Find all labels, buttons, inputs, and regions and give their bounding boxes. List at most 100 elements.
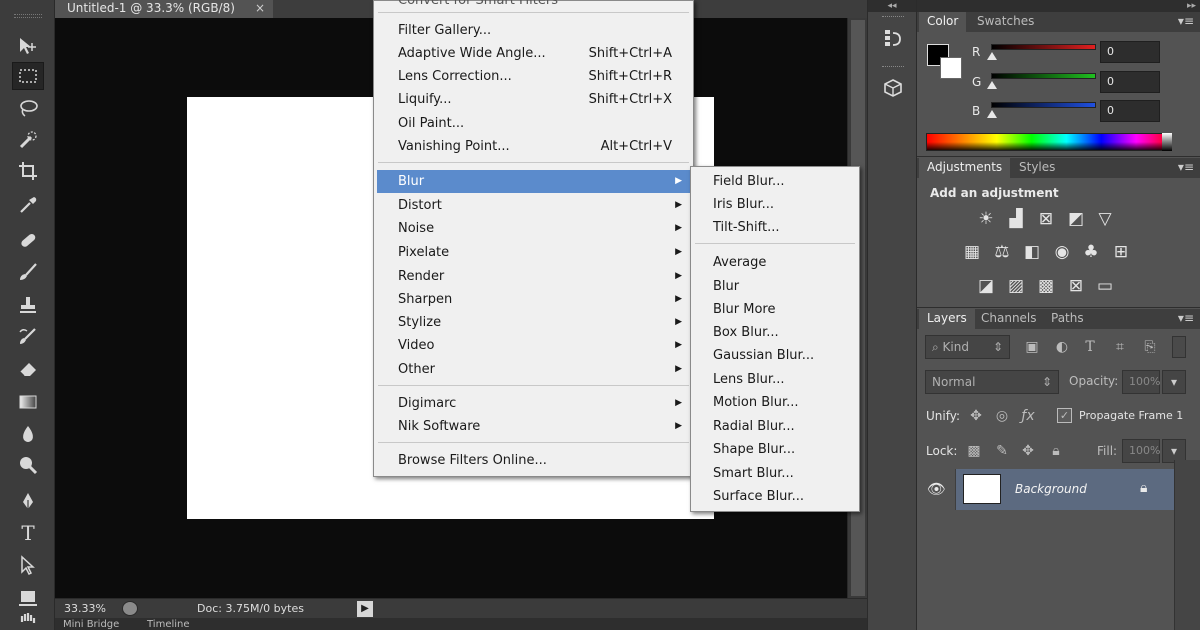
lock-transparent-pixels-icon[interactable]: ▩ — [965, 442, 983, 460]
tab-styles[interactable]: Styles — [1011, 158, 1063, 178]
menu-item-liquify[interactable]: Liquify... Shift+Ctrl+X — [377, 88, 690, 111]
exposure-icon[interactable]: ◩ — [1065, 209, 1087, 229]
tab-paths[interactable]: Paths — [1043, 309, 1092, 329]
type-layer-filter-icon[interactable]: T — [1081, 338, 1099, 356]
background-color-swatch[interactable] — [940, 57, 962, 79]
tab-timeline[interactable]: Timeline — [147, 619, 190, 630]
invert-icon[interactable]: ◪ — [975, 276, 997, 296]
color-spectrum-bar[interactable] — [926, 133, 1172, 151]
opacity-dropdown-arrow-icon[interactable]: ▾ — [1162, 370, 1186, 394]
tab-channels[interactable]: Channels — [973, 309, 1045, 329]
red-slider-handle[interactable] — [987, 52, 997, 60]
marquee-tool-icon[interactable] — [12, 62, 44, 90]
menu-item-video[interactable]: Video ▶ — [377, 334, 690, 357]
menu-item-stylize[interactable]: Stylize ▶ — [377, 311, 690, 334]
dock-collapse-bar[interactable]: ◂◂ — [868, 0, 916, 12]
toolbar-grip[interactable] — [14, 14, 42, 18]
selective-color-icon[interactable]: ⊠ — [1065, 276, 1087, 296]
move-tool-icon[interactable] — [12, 32, 44, 60]
submenu-item-smart-blur[interactable]: Smart Blur... — [694, 462, 856, 485]
gradient-map-icon[interactable]: ▭ — [1094, 276, 1116, 296]
gradient-tool-icon[interactable] — [12, 388, 44, 416]
eyedropper-tool-icon[interactable] — [12, 191, 44, 219]
path-selection-tool-icon[interactable] — [12, 551, 44, 579]
eye-icon[interactable]: 👁︎ — [918, 469, 956, 510]
submenu-item-gaussian-blur[interactable]: Gaussian Blur... — [694, 344, 856, 367]
smart-object-filter-icon[interactable]: ⎘ — [1141, 338, 1159, 356]
menu-item-adaptive-wide-angle[interactable]: Adaptive Wide Angle... Shift+Ctrl+A — [377, 42, 690, 65]
lock-image-pixels-icon[interactable]: ✎ — [993, 442, 1011, 460]
dock-collapse-bar[interactable]: ▸▸ — [917, 0, 1200, 12]
filter-toggle-switch[interactable] — [1172, 336, 1186, 358]
layer-name[interactable]: Background — [1015, 482, 1087, 496]
eraser-tool-icon[interactable] — [12, 355, 44, 383]
document-tab[interactable]: Untitled-1 @ 33.3% (RGB/8) × — [55, 0, 273, 18]
panel-menu-icon[interactable]: ▾≡ — [1178, 311, 1194, 325]
tab-swatches[interactable]: Swatches — [969, 12, 1042, 32]
shape-layer-filter-icon[interactable]: ⌗ — [1111, 338, 1129, 356]
menu-item-vanishing-point[interactable]: Vanishing Point... Alt+Ctrl+V — [377, 135, 690, 158]
color-lookup-icon[interactable]: ⊞ — [1110, 242, 1132, 262]
tab-layers[interactable]: Layers — [919, 309, 975, 329]
menu-item-nik-software[interactable]: Nik Software ▶ — [377, 415, 690, 438]
panel-menu-icon[interactable]: ▾≡ — [1178, 14, 1194, 28]
pen-tool-icon[interactable] — [12, 487, 44, 515]
levels-icon[interactable]: ▟ — [1005, 209, 1027, 229]
menu-item-blur[interactable]: Blur ▶ — [377, 170, 690, 193]
submenu-item-iris-blur[interactable]: Iris Blur... — [694, 193, 856, 216]
history-icon[interactable] — [877, 24, 909, 52]
menu-item-convert-smart-filters[interactable]: Convert for Smart Filters — [377, 0, 690, 12]
menu-item-browse-filters-online[interactable]: Browse Filters Online... — [377, 449, 690, 472]
panel-menu-icon[interactable]: ▾≡ — [1178, 160, 1194, 174]
rectangle-tool-icon[interactable] — [12, 583, 44, 611]
menu-item-lens-correction[interactable]: Lens Correction... Shift+Ctrl+R — [377, 65, 690, 88]
channel-mixer-icon[interactable]: ♣ — [1080, 242, 1102, 262]
dodge-tool-icon[interactable] — [12, 451, 44, 479]
close-icon[interactable]: × — [255, 0, 265, 17]
unify-position-icon[interactable]: ✥ — [967, 407, 985, 425]
blue-value-field[interactable]: 0 — [1100, 100, 1160, 122]
color-balance-icon[interactable]: ⚖ — [991, 242, 1013, 262]
submenu-item-box-blur[interactable]: Box Blur... — [694, 321, 856, 344]
brightness-icon[interactable]: ☀ — [975, 209, 997, 229]
curves-icon[interactable]: ⊠ — [1035, 209, 1057, 229]
layers-scrollbar[interactable] — [1174, 460, 1200, 630]
quick-selection-tool-icon[interactable] — [12, 126, 44, 154]
zoom-level[interactable]: 33.33% — [64, 602, 106, 615]
submenu-item-average[interactable]: Average — [694, 251, 856, 274]
green-slider[interactable] — [991, 73, 1096, 79]
hand-tool-icon[interactable] — [12, 612, 44, 630]
menu-item-pixelate[interactable]: Pixelate ▶ — [377, 241, 690, 264]
clone-stamp-tool-icon[interactable] — [12, 291, 44, 319]
menu-item-other[interactable]: Other ▶ — [377, 358, 690, 381]
blue-slider[interactable] — [991, 102, 1096, 108]
photo-filter-icon[interactable]: ◉ — [1051, 242, 1073, 262]
status-menu-arrow-icon[interactable]: ▶ — [357, 601, 373, 617]
submenu-item-radial-blur[interactable]: Radial Blur... — [694, 415, 856, 438]
submenu-item-lens-blur[interactable]: Lens Blur... — [694, 368, 856, 391]
blur-tool-icon[interactable] — [12, 420, 44, 448]
menu-item-render[interactable]: Render ▶ — [377, 265, 690, 288]
tab-adjustments[interactable]: Adjustments — [919, 158, 1011, 178]
dock-grip[interactable] — [882, 16, 904, 19]
layer-row[interactable]: 👁︎ Background 🔒︎ — [918, 469, 1174, 510]
blue-slider-handle[interactable] — [987, 110, 997, 118]
status-info-icon[interactable] — [122, 601, 138, 616]
menu-item-filter-gallery[interactable]: Filter Gallery... — [377, 19, 690, 42]
layer-thumbnail[interactable] — [963, 474, 1001, 504]
black-white-icon[interactable]: ◧ — [1021, 242, 1043, 262]
menu-item-distort[interactable]: Distort ▶ — [377, 194, 690, 217]
history-brush-tool-icon[interactable] — [12, 323, 44, 351]
tab-color[interactable]: Color — [919, 12, 967, 32]
layer-lock-icon[interactable]: 🔒︎ — [1140, 480, 1147, 496]
submenu-item-motion-blur[interactable]: Motion Blur... — [694, 391, 856, 414]
type-tool-icon[interactable]: T — [12, 519, 44, 547]
lock-all-icon[interactable]: 🔒︎ — [1047, 442, 1065, 460]
fill-input[interactable]: 100% — [1122, 439, 1160, 463]
spectrum-black-white[interactable] — [1162, 133, 1172, 151]
lock-position-icon[interactable]: ✥ — [1019, 442, 1037, 460]
opacity-input[interactable]: 100% — [1122, 370, 1160, 394]
propagate-frame-checkbox[interactable]: ✓ — [1057, 408, 1072, 423]
hue-saturation-icon[interactable]: ▦ — [961, 242, 983, 262]
menu-item-oil-paint[interactable]: Oil Paint... — [377, 112, 690, 135]
